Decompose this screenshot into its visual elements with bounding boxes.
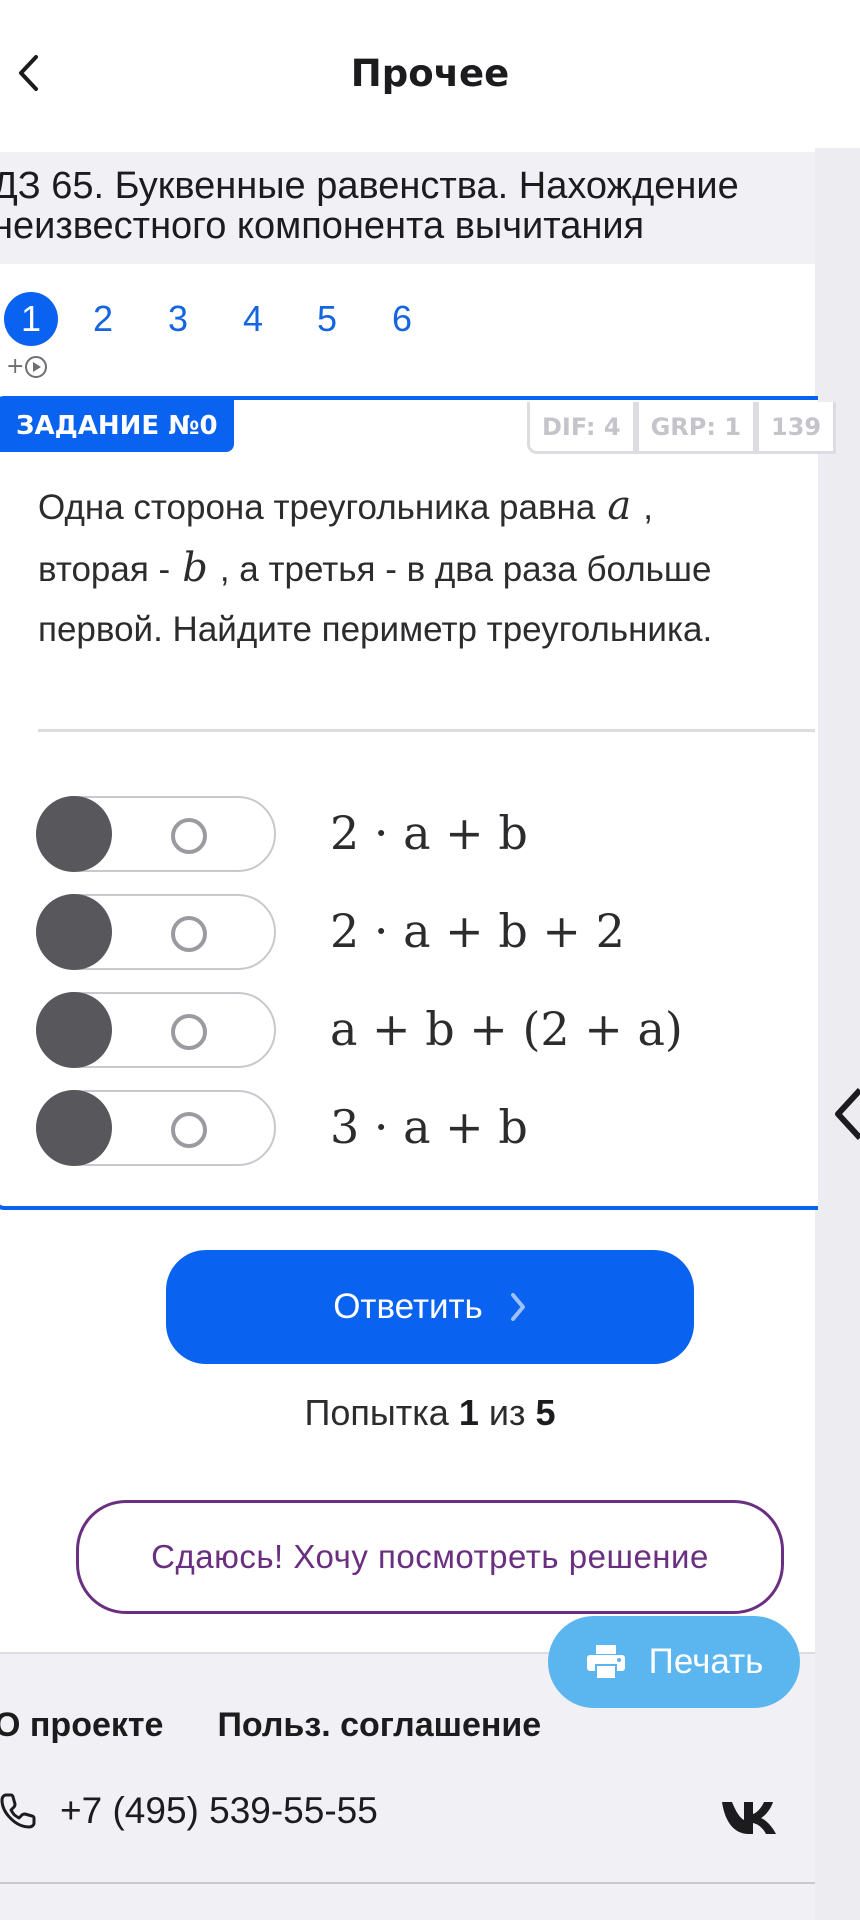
question-part: первой. Найдите периметр треугольника. bbox=[38, 610, 713, 649]
option-toggle[interactable] bbox=[36, 992, 276, 1068]
toggle-knob bbox=[36, 894, 112, 970]
variable-b: b bbox=[182, 545, 208, 591]
top-bar: Прочее bbox=[0, 0, 860, 150]
task-meta: DIF: 4 GRP: 1 139 bbox=[527, 402, 837, 454]
answer-option-4: 3 · a + b bbox=[36, 1090, 816, 1166]
answer-option-2: 2 · a + b + 2 bbox=[36, 894, 816, 970]
id-chip: 139 bbox=[756, 402, 837, 454]
footer-links: О проекте Польз. соглашение bbox=[0, 1706, 541, 1745]
tab-2[interactable]: 2 bbox=[76, 292, 130, 346]
answer-button[interactable]: Ответить bbox=[166, 1250, 694, 1364]
attempt-prefix: Попытка bbox=[304, 1392, 449, 1433]
toggle-knob bbox=[36, 992, 112, 1068]
option-formula: 2 · a + b + 2 bbox=[330, 904, 625, 958]
give-up-button[interactable]: Сдаюсь! Хочу посмотреть решение bbox=[76, 1500, 784, 1614]
toggle-knob bbox=[36, 1090, 112, 1166]
phone-row[interactable]: +7 (495) 539-55-55 bbox=[0, 1790, 378, 1832]
lesson-title-band: ДЗ 65. Буквенные равенства. Нахождение н… bbox=[0, 152, 815, 264]
question-part: Одна сторона треугольника равна bbox=[38, 488, 596, 527]
chevron-right-icon bbox=[509, 1292, 527, 1322]
option-formula: a + b + (2 + a) bbox=[330, 1002, 683, 1056]
vk-icon[interactable] bbox=[720, 1794, 780, 1838]
page-title: Прочее bbox=[350, 52, 510, 95]
answer-option-3: a + b + (2 + a) bbox=[36, 992, 816, 1068]
attempt-middle: из bbox=[488, 1392, 526, 1433]
toggle-off-indicator bbox=[171, 818, 207, 854]
tab-video-hint: + bbox=[6, 354, 48, 379]
answer-button-label: Ответить bbox=[333, 1287, 483, 1326]
play-circle-icon bbox=[25, 355, 48, 378]
agreement-link[interactable]: Польз. соглашение bbox=[217, 1706, 541, 1745]
toggle-off-indicator bbox=[171, 1014, 207, 1050]
print-button-label: Печать bbox=[648, 1642, 764, 1681]
option-toggle[interactable] bbox=[36, 796, 276, 872]
task-badge: ЗАДАНИЕ №0 bbox=[0, 400, 234, 452]
question-part: , bbox=[643, 488, 653, 527]
print-button[interactable]: Печать bbox=[548, 1616, 800, 1708]
toggle-off-indicator bbox=[171, 916, 207, 952]
lesson-title: ДЗ 65. Буквенные равенства. Нахождение н… bbox=[0, 166, 815, 246]
tab-6[interactable]: 6 bbox=[375, 292, 429, 346]
phone-number: +7 (495) 539-55-55 bbox=[60, 1790, 378, 1831]
option-toggle[interactable] bbox=[36, 894, 276, 970]
tab-4[interactable]: 4 bbox=[226, 292, 280, 346]
attempt-total: 5 bbox=[535, 1392, 556, 1433]
attempt-current: 1 bbox=[458, 1392, 479, 1433]
question-part: , а третья - в два раза больше bbox=[219, 550, 712, 589]
question-text: Одна сторона треугольника равна a, вторая… bbox=[38, 476, 818, 660]
question-part: вторая - bbox=[38, 550, 171, 589]
difficulty-chip: DIF: 4 bbox=[527, 402, 636, 454]
phone-icon bbox=[0, 1793, 36, 1829]
plus-label: + bbox=[6, 354, 25, 379]
about-link[interactable]: О проекте bbox=[0, 1706, 163, 1745]
group-chip: GRP: 1 bbox=[635, 402, 757, 454]
toggle-knob bbox=[36, 796, 112, 872]
footer-divider bbox=[0, 1882, 815, 1884]
variable-a: a bbox=[607, 483, 632, 529]
printer-icon bbox=[585, 1643, 627, 1681]
lesson-title-line-1: ДЗ 65. Буквенные равенства. Нахождение bbox=[0, 165, 739, 207]
tab-3[interactable]: 3 bbox=[151, 292, 205, 346]
tab-5[interactable]: 5 bbox=[300, 292, 354, 346]
divider bbox=[38, 729, 815, 732]
lesson-title-line-2: неизвестного компонента вычитания bbox=[0, 205, 645, 247]
option-toggle[interactable] bbox=[36, 1090, 276, 1166]
toggle-off-indicator bbox=[171, 1112, 207, 1148]
option-formula: 2 · a + b bbox=[330, 806, 528, 860]
tab-1[interactable]: 1 bbox=[4, 292, 58, 346]
attempt-counter: Попытка 1 из 5 bbox=[0, 1392, 860, 1434]
answer-option-1: 2 · a + b bbox=[36, 796, 816, 872]
option-formula: 3 · a + b bbox=[330, 1100, 528, 1154]
drawer-toggle-icon[interactable] bbox=[830, 1086, 860, 1142]
